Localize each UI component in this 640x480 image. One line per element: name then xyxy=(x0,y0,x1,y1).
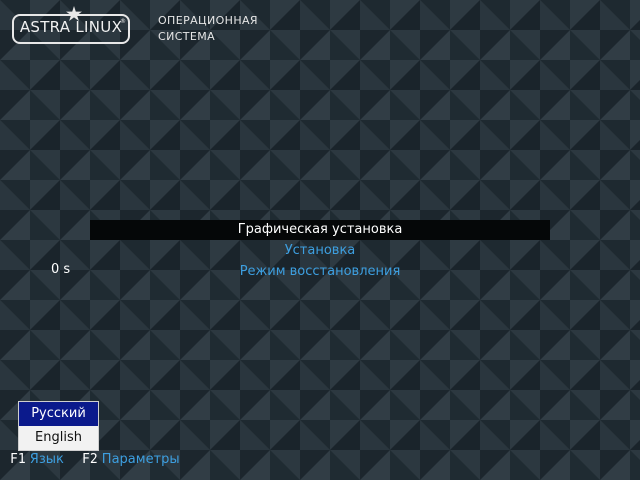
registered-mark: ® xyxy=(120,18,126,25)
logo-text: ASTRA LINUX xyxy=(19,18,123,36)
astra-linux-logo: ASTRA LINUX ® xyxy=(12,6,130,44)
language-menu: Русский English xyxy=(18,401,99,451)
hotkey-bar: F1 Язык F2 Параметры xyxy=(10,452,194,467)
boot-timeout: 0 s xyxy=(51,262,71,277)
hotkey-language[interactable]: Язык xyxy=(30,452,64,467)
os-tagline: ОПЕРАЦИОННАЯ СИСТЕМА xyxy=(158,13,258,45)
boot-menu-item-install[interactable]: Установка xyxy=(90,241,550,261)
language-option-english[interactable]: English xyxy=(19,426,98,450)
tagline-line-1: ОПЕРАЦИОННАЯ xyxy=(158,14,258,27)
boot-menu: Графическая установка Установка Режим во… xyxy=(90,220,550,282)
language-option-russian[interactable]: Русский xyxy=(19,402,98,426)
boot-menu-item-rescue-mode[interactable]: Режим восстановления xyxy=(90,262,550,282)
hotkey-f1-key: F1 xyxy=(10,452,26,467)
hotkey-parameters[interactable]: Параметры xyxy=(102,452,180,467)
tagline-line-2: СИСТЕМА xyxy=(158,30,216,43)
hotkey-f2-key: F2 xyxy=(82,452,98,467)
boot-menu-item-graphical-install[interactable]: Графическая установка xyxy=(90,220,550,240)
